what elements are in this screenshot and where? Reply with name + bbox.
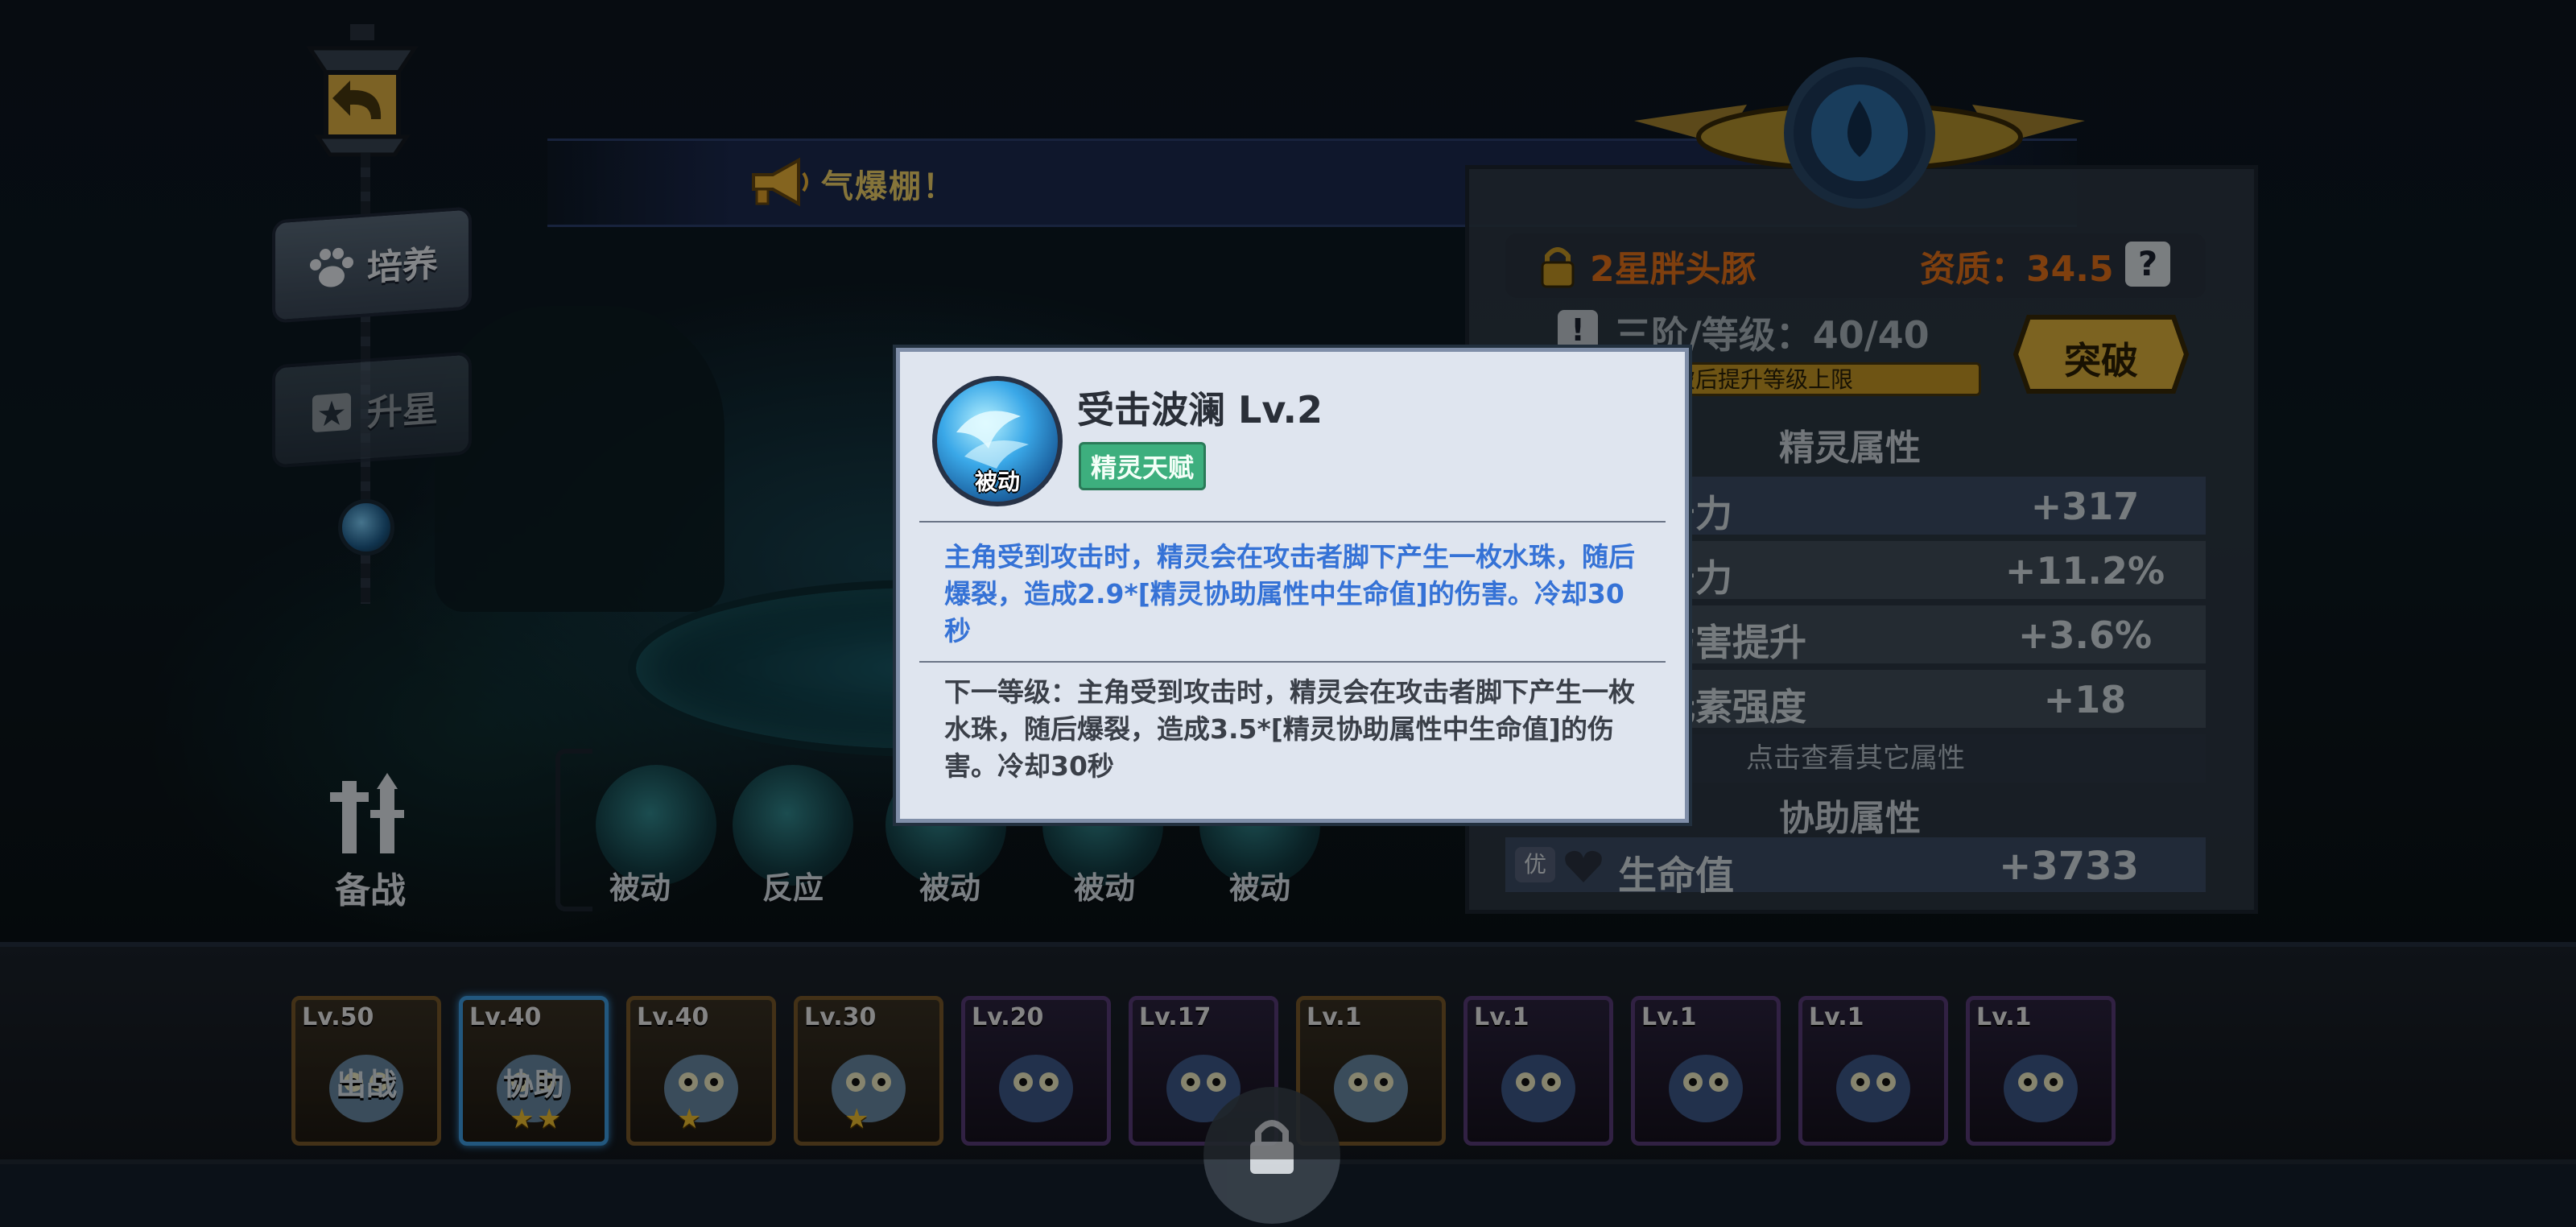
- skill-type-label: 被动: [974, 469, 1020, 495]
- skill-description: 主角受到攻击时，精灵会在攻击者脚下产生一枚水珠，随后爆裂，造成2.9*[精灵协助…: [944, 541, 1635, 647]
- skill-tooltip: 被动 受击波澜 Lv.2 精灵天赋 主角受到攻击时，精灵会在攻击者脚下产生一枚水…: [896, 348, 1689, 823]
- water-wave-skill-icon: 被动: [932, 376, 1063, 506]
- next-level-description: 下一等级：主角受到攻击时，精灵会在攻击者脚下产生一枚水珠，随后爆裂，造成3.5*…: [944, 676, 1635, 782]
- divider: [919, 521, 1666, 523]
- divider: [919, 661, 1666, 663]
- sprite-talent-tag: 精灵天赋: [1079, 442, 1207, 490]
- skill-title: 受击波澜 Lv.2: [1077, 388, 1323, 432]
